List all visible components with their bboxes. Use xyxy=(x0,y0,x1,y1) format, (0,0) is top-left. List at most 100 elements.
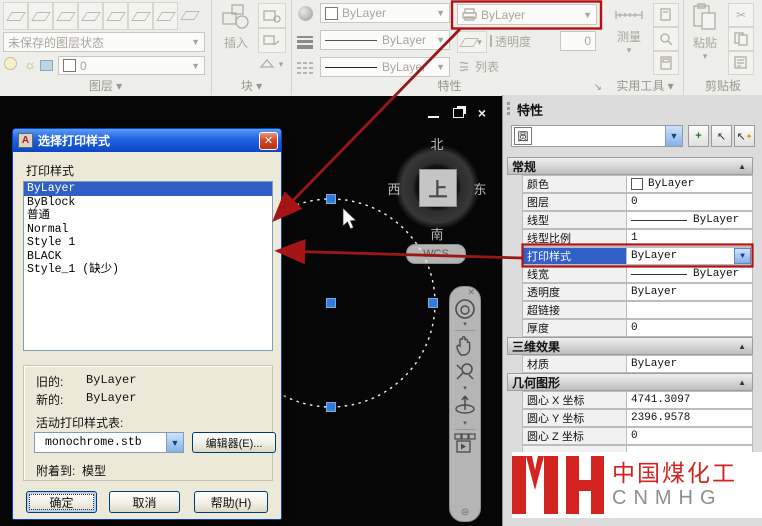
property-value[interactable]: 2396.9578 xyxy=(627,409,753,427)
plot-style-list[interactable]: ByLayerByBlock普通NormalStyle 1BLACKStyle_… xyxy=(23,181,273,351)
id-point-icon[interactable] xyxy=(653,27,679,51)
color-sphere-icon[interactable] xyxy=(298,6,313,21)
property-value[interactable]: ByLayer xyxy=(627,175,753,193)
collapse-arrow-icon[interactable]: ▲ xyxy=(738,342,746,351)
ok-button[interactable]: 确定 xyxy=(26,491,97,513)
property-value[interactable] xyxy=(627,301,753,319)
paste-special-icon[interactable] xyxy=(728,51,754,75)
layer-state-icon[interactable] xyxy=(28,2,53,30)
layer-state-dropdown[interactable]: 未保存的图层状态▼ xyxy=(3,32,205,52)
property-row[interactable]: 材质ByLayer xyxy=(507,355,753,373)
collapse-arrow-icon[interactable]: ▲ xyxy=(738,378,746,387)
property-row[interactable]: 线宽ByLayer xyxy=(507,265,753,283)
cut-icon[interactable]: ✂ xyxy=(728,3,754,27)
object-selector-dropdown[interactable]: 圆 ▼ xyxy=(511,125,683,147)
navigation-wheel-icon[interactable] xyxy=(453,297,477,321)
property-row[interactable]: 圆心 Y 坐标2396.9578 xyxy=(507,409,753,427)
cancel-button[interactable]: 取消 xyxy=(109,491,180,513)
property-value[interactable]: 0 xyxy=(627,319,753,337)
chevron-down-icon[interactable]: ▼ xyxy=(166,433,183,452)
property-row[interactable]: 圆心 Z 坐标0 xyxy=(507,427,753,445)
layer-freeze-icon[interactable] xyxy=(103,2,128,30)
lineweight-icon[interactable] xyxy=(296,34,314,50)
plot-style-option[interactable]: Style 1 xyxy=(24,236,272,250)
calculator-icon[interactable] xyxy=(653,51,679,75)
navbar-close-icon[interactable]: ✕ xyxy=(467,288,475,297)
layer-off-icon[interactable] xyxy=(128,2,153,30)
lineweight-dropdown[interactable]: ByLayer ▼ xyxy=(320,30,450,50)
copy-icon[interactable] xyxy=(728,27,754,51)
utilities-panel-label[interactable]: 实用工具 ▾ xyxy=(607,77,683,94)
insert-block-button[interactable]: 插入 xyxy=(218,3,254,77)
property-value[interactable]: 1 xyxy=(627,229,753,247)
chevron-down-icon[interactable]: ▾ xyxy=(463,385,467,392)
dialog-launcher-icon[interactable]: ↘ xyxy=(594,82,602,93)
zoom-icon[interactable] xyxy=(453,359,477,385)
transparency-icon[interactable]: ▾ xyxy=(457,31,487,53)
edit-block-icon[interactable] xyxy=(258,3,286,28)
property-row[interactable]: 打印样式ByLayer▼ xyxy=(507,247,753,265)
plot-style-table-dropdown[interactable]: monochrome.stb ▼ xyxy=(34,432,184,453)
section-header[interactable]: 三维效果▲ xyxy=(507,337,753,355)
chevron-down-icon[interactable]: ▾ xyxy=(463,321,467,328)
orbit-icon[interactable] xyxy=(452,392,478,420)
dialog-title-bar[interactable]: A 选择打印样式 ✕ xyxy=(13,129,281,152)
dialog-close-button[interactable]: ✕ xyxy=(259,132,278,150)
chevron-down-icon[interactable]: ▼ xyxy=(665,126,682,146)
property-row[interactable]: 线型比例1 xyxy=(507,229,753,247)
property-value[interactable]: ByLayer xyxy=(627,211,753,229)
layer-match-icon[interactable] xyxy=(153,2,178,30)
property-value[interactable]: 0 xyxy=(627,193,753,211)
toggle-pickadd-button[interactable]: + xyxy=(688,125,709,147)
section-header[interactable]: 几何图形▲ xyxy=(507,373,753,391)
property-row[interactable]: 超链接 xyxy=(507,301,753,319)
plot-style-option[interactable]: ByLayer xyxy=(24,182,272,196)
navbar-menu-icon[interactable]: ⊜ xyxy=(461,507,469,518)
unlock-icon[interactable] xyxy=(40,60,53,71)
grip-south[interactable] xyxy=(327,403,336,412)
plot-style-option[interactable]: ByBlock xyxy=(24,196,272,210)
transparency-input[interactable]: 0 xyxy=(560,31,596,51)
property-value[interactable]: ByLayer xyxy=(627,265,753,283)
plot-style-option[interactable]: Style_1 (缺少) xyxy=(24,263,272,277)
layer-isolate-icon[interactable] xyxy=(53,2,78,30)
layer-properties-icon[interactable] xyxy=(3,2,28,30)
palette-grip[interactable] xyxy=(507,102,510,115)
property-value[interactable]: 4741.3097 xyxy=(627,391,753,409)
grip-center[interactable] xyxy=(327,299,336,308)
edit-attributes-icon[interactable] xyxy=(258,28,286,53)
chevron-down-icon[interactable]: ▼ xyxy=(734,248,751,264)
layer-unisolate-icon[interactable] xyxy=(78,2,103,30)
object-color-dropdown[interactable]: ByLayer ▼ xyxy=(320,3,450,23)
property-row[interactable]: 颜色ByLayer xyxy=(507,175,753,193)
lightbulb-icon[interactable] xyxy=(4,57,17,72)
property-row[interactable]: 线型ByLayer xyxy=(507,211,753,229)
layer-dropdown[interactable]: 0 ▼ xyxy=(58,56,205,75)
plot-style-option[interactable]: 普通 xyxy=(24,209,272,223)
list-button[interactable]: 列表 xyxy=(457,58,499,75)
layer-previous-icon[interactable] xyxy=(178,2,201,28)
help-button[interactable]: 帮助(H) xyxy=(194,491,268,513)
grip-east[interactable] xyxy=(429,299,438,308)
editor-button[interactable]: 编辑器(E)... xyxy=(192,432,276,453)
property-row[interactable]: 透明度ByLayer xyxy=(507,283,753,301)
grip-north[interactable] xyxy=(327,195,336,204)
layers-panel-label[interactable]: 图层 ▾ xyxy=(0,77,211,94)
chevron-down-icon[interactable]: ▾ xyxy=(463,420,467,427)
select-objects-button[interactable]: ↖ xyxy=(711,125,732,147)
plot-style-dropdown-ribbon[interactable]: ByLayer ▼ xyxy=(457,4,597,25)
measure-button[interactable]: 测量 ▾ xyxy=(610,3,648,77)
linetype-dropdown[interactable]: ByLayer ▼ xyxy=(320,57,450,77)
plot-style-option[interactable]: BLACK xyxy=(24,250,272,264)
quick-select-button[interactable]: ↖✦ xyxy=(734,125,755,147)
quick-calc-icon[interactable] xyxy=(653,3,679,27)
linetype-icon[interactable] xyxy=(296,61,314,75)
block-attribute-icon[interactable]: ▾ xyxy=(258,53,284,75)
navigation-bar[interactable]: ✕ ▾ ▾ ▾ xyxy=(449,286,481,522)
section-header[interactable]: 常规▲ xyxy=(507,157,753,175)
properties-panel-label[interactable]: 特性 xyxy=(292,77,607,94)
showmotion-icon[interactable] xyxy=(453,432,477,456)
property-row[interactable]: 圆心 X 坐标4741.3097 xyxy=(507,391,753,409)
pan-hand-icon[interactable] xyxy=(453,333,477,359)
property-value[interactable]: ByLayer▼ xyxy=(627,247,753,265)
